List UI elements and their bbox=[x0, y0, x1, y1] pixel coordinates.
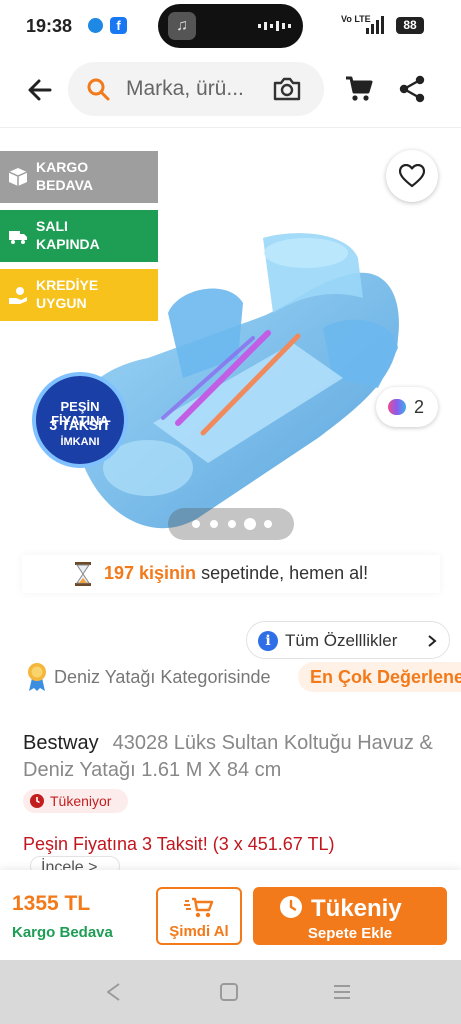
signal-icon bbox=[366, 16, 384, 34]
buy-now-label: Şimdi Al bbox=[169, 923, 229, 940]
cart-icon[interactable] bbox=[344, 74, 374, 104]
truck-icon bbox=[9, 231, 27, 244]
category-text: Deniz Yatağı Kategorisinde bbox=[54, 667, 271, 687]
favorite-button[interactable] bbox=[386, 150, 438, 202]
dynamic-island: ♫ bbox=[158, 4, 303, 48]
color-palette-icon bbox=[388, 399, 406, 415]
shipping-label: Kargo Bedava bbox=[12, 924, 113, 941]
status-bar: 19:38 f ♫ Vo LTE 88 bbox=[0, 0, 461, 52]
fast-cart-icon bbox=[184, 897, 214, 918]
page-dot-active[interactable] bbox=[244, 518, 256, 530]
badge-line1: KARGO bbox=[36, 159, 89, 175]
system-navigation-bar bbox=[0, 960, 461, 1024]
page-dot[interactable] bbox=[264, 520, 272, 528]
facebook-icon: f bbox=[110, 17, 127, 34]
installment-offer: Peşin Fiyatına 3 Taksit! (3 x 451.67 TL) bbox=[23, 834, 335, 854]
seal-line3: İMKANI bbox=[60, 436, 100, 448]
add-to-cart-label: Sepete Ekle bbox=[307, 925, 393, 942]
box-icon bbox=[8, 168, 28, 186]
badge-line2: BEDAVA bbox=[36, 177, 94, 193]
product-title: Bestway 43028 Lüks Sultan Koltuğu Havuz &… bbox=[23, 730, 433, 784]
battery-icon: 88 bbox=[396, 17, 424, 34]
hourglass-icon bbox=[75, 562, 91, 586]
search-icon bbox=[87, 78, 110, 101]
brand-name[interactable]: Bestway bbox=[23, 732, 99, 754]
nav-back-icon[interactable] bbox=[104, 982, 124, 1002]
seal-line2: 3 TAKSİT bbox=[49, 417, 111, 433]
page-dot[interactable] bbox=[192, 520, 200, 528]
top-app-bar bbox=[0, 52, 461, 128]
image-pagination[interactable] bbox=[168, 508, 294, 540]
nav-recents-icon[interactable] bbox=[333, 983, 351, 1001]
all-features-button[interactable]: i Tüm Özelllikler bbox=[246, 621, 450, 659]
clock-icon bbox=[30, 794, 44, 808]
installment-promo-seal: PEŞİN FİYATINA 3 TAKSİT İMKANI bbox=[32, 372, 128, 468]
product-gallery[interactable]: KARGO BEDAVA SALI KAPINDA KREDİYE UYGUN bbox=[0, 128, 461, 598]
clock-icon bbox=[280, 896, 302, 918]
medal-icon bbox=[28, 663, 46, 691]
camera-icon[interactable] bbox=[272, 75, 302, 103]
color-count: 2 bbox=[414, 397, 425, 417]
cart-social-proof: 197 kişinin sepetinde, hemen al! bbox=[22, 555, 440, 593]
search-input[interactable] bbox=[126, 74, 266, 104]
share-icon[interactable] bbox=[398, 74, 426, 104]
add-to-cart-status: Tükeniy bbox=[311, 895, 402, 922]
cart-notice-rest: sepetinde, hemen al! bbox=[196, 563, 369, 583]
back-arrow-icon[interactable] bbox=[24, 74, 56, 106]
top-rated-badge[interactable]: En Çok Değerlene bbox=[298, 662, 461, 692]
cart-count: 197 kişinin bbox=[104, 563, 197, 583]
money-icon bbox=[9, 287, 27, 304]
price: 1355 TL bbox=[12, 892, 91, 915]
info-icon: i bbox=[258, 631, 278, 651]
chevron-right-icon bbox=[428, 635, 437, 647]
category-ranking: Deniz Yatağı Kategorisinde En Çok Değerl… bbox=[26, 662, 461, 694]
color-variants-chip[interactable]: 2 bbox=[376, 387, 438, 427]
music-icon: ♫ bbox=[168, 12, 196, 40]
nav-home-icon[interactable] bbox=[220, 983, 238, 1001]
search-bar[interactable] bbox=[68, 62, 324, 116]
heart-icon bbox=[399, 164, 425, 188]
cart-notice-text: 197 kişinin sepetinde, hemen al! bbox=[104, 563, 368, 584]
stock-label: Tükeniyor bbox=[50, 793, 112, 809]
page-dot[interactable] bbox=[210, 520, 218, 528]
page-dot[interactable] bbox=[228, 520, 236, 528]
free-shipping-badge: KARGO BEDAVA bbox=[0, 151, 158, 203]
buy-now-button[interactable]: Şimdi Al bbox=[156, 887, 242, 945]
add-to-cart-button[interactable]: Tükeniy Sepete Ekle bbox=[253, 887, 447, 945]
status-time: 19:38 bbox=[26, 16, 73, 36]
purchase-bar: 1355 TL Kargo Bedava Şimdi Al Tükeniy Se… bbox=[0, 870, 461, 960]
messenger-icon bbox=[88, 18, 103, 33]
low-stock-badge: Tükeniyor bbox=[23, 789, 128, 813]
all-features-label: Tüm Özelllikler bbox=[285, 631, 398, 650]
audio-wave-icon bbox=[258, 21, 291, 31]
